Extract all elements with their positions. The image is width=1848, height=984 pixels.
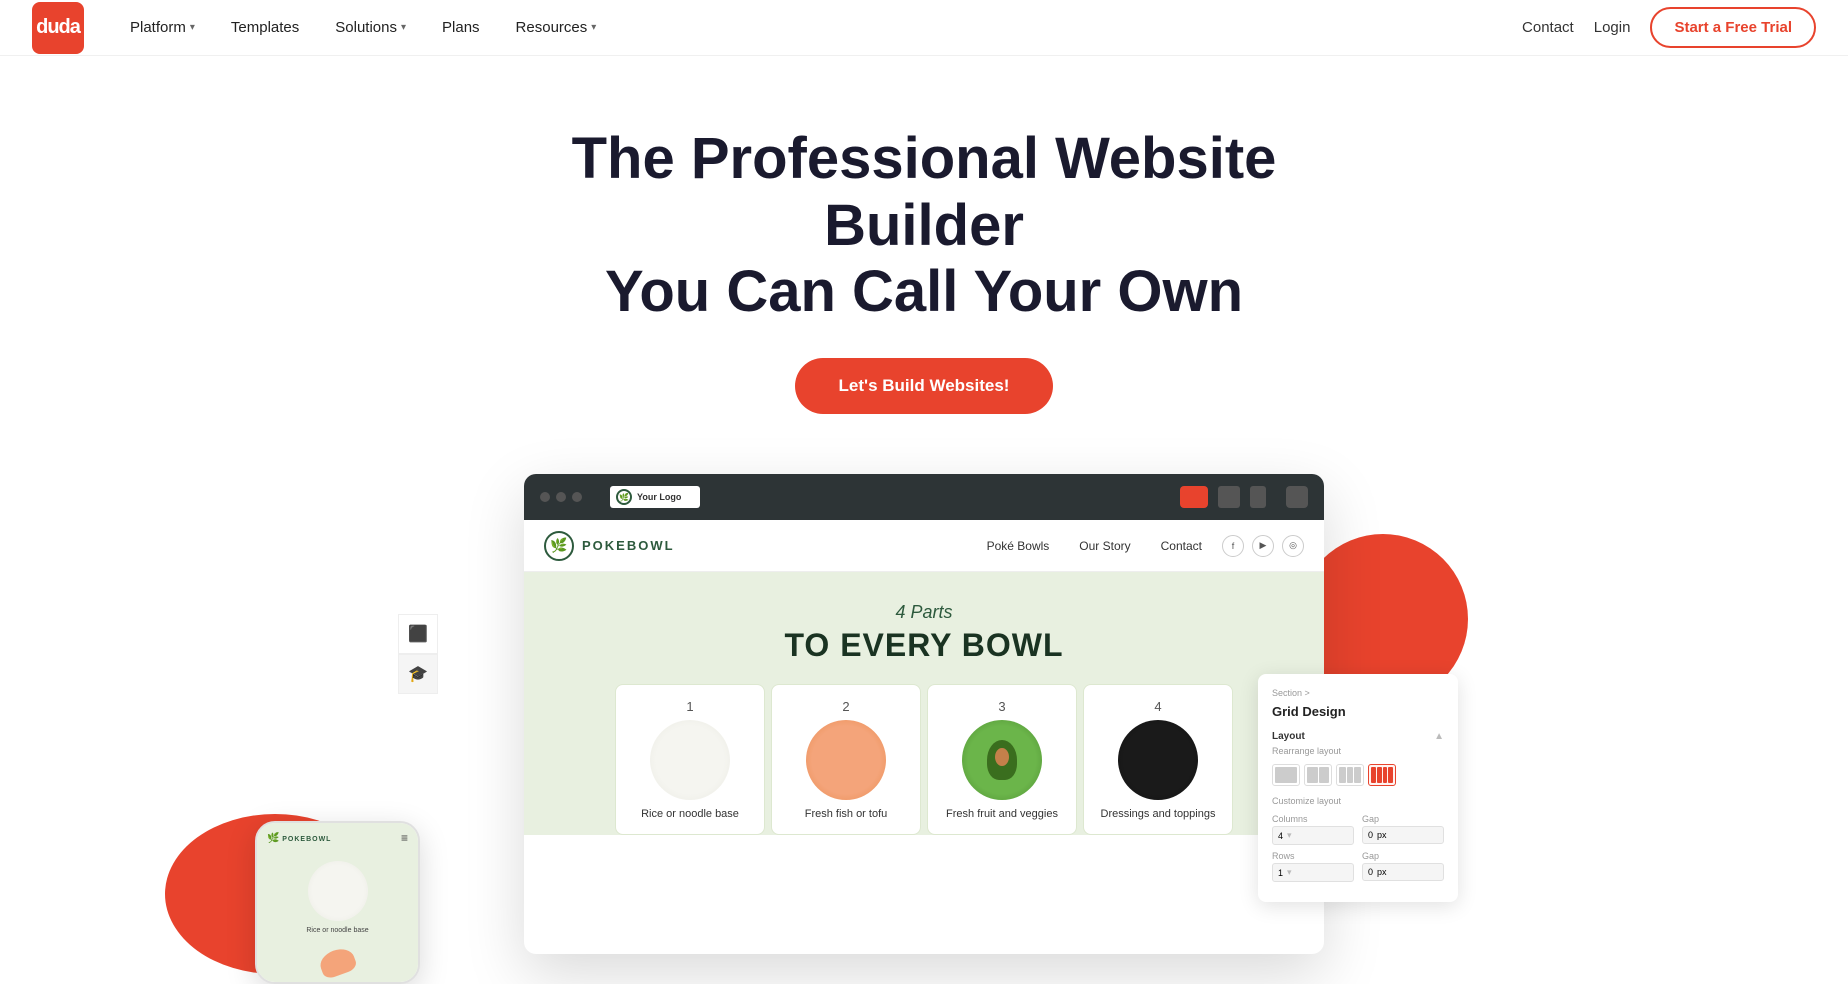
duda-logo[interactable]: duda [32,2,84,54]
fish-image [806,720,886,800]
mobile-leaf-icon: 🌿 POKEBOWL [267,833,331,844]
browser-chrome-bar: 🌿 Your Logo [524,474,1324,520]
row-gap-field: Gap 0 px [1362,851,1444,882]
mobile-preview: 🌿 POKEBOWL ≡ Rice or noodle base [255,821,420,984]
mobile-content: Rice or noodle base [257,853,418,942]
mobile-fish-image [317,944,358,979]
bowl-item-sauce: 4 Dressings and toppings [1083,684,1233,835]
builder-sidebar: ⬛ 🎓 [398,614,438,694]
avo-image [962,720,1042,800]
solutions-chevron-icon: ▾ [401,22,406,33]
hero-section: The Professional Website Builder You Can… [0,56,1848,454]
start-trial-button[interactable]: Start a Free Trial [1650,7,1816,48]
your-logo-box: 🌿 Your Logo [610,486,700,508]
nav-platform[interactable]: Platform ▾ [116,11,209,44]
logo-circle: 🌿 [616,489,632,505]
builder-widget-icon[interactable]: 🎓 [398,654,438,694]
nav-right: Contact Login Start a Free Trial [1522,7,1816,48]
browser-dots [540,492,582,502]
layout-label: Layout ▲ [1272,731,1444,742]
instagram-icon[interactable]: ◎ [1282,535,1304,557]
rows-input[interactable]: 1 ▾ [1272,863,1354,882]
rice-image [650,720,730,800]
layout-4col[interactable] [1368,764,1396,786]
browser-dot-yellow [556,492,566,502]
bowl-item-rice: 1 Rice or noodle base [615,684,765,835]
layout-2col[interactable] [1304,764,1332,786]
row-gap-input[interactable]: 0 px [1362,863,1444,881]
rearrange-label: Rearrange layout [1272,746,1444,756]
layout-options [1272,764,1444,786]
mobile-fish-strip [257,942,418,982]
nav-ourstory[interactable]: Our Story [1079,539,1130,553]
bowl-tagline: 4 Parts [544,602,1304,623]
layout-1col[interactable] [1272,764,1300,786]
rows-row: Rows 1 ▾ Gap 0 px [1272,851,1444,882]
columns-row: Columns 4 ▾ Gap 0 px [1272,814,1444,845]
preview-area: ⬛ 🎓 🌿 Your Logo [0,454,1848,954]
browser-window: 🌿 Your Logo 🌿 POKEBOWL Poké Bowls Our St… [524,474,1324,954]
your-logo-text: Your Logo [637,492,681,502]
columns-input[interactable]: 4 ▾ [1272,826,1354,845]
bowl-headline: TO EVERY BOWL [544,627,1304,664]
login-link[interactable]: Login [1594,19,1631,36]
panel-title: Grid Design [1272,704,1444,719]
grid-design-panel: Section > Grid Design Layout ▲ Rearrange… [1258,674,1458,902]
logo-text: duda [36,16,80,39]
desktop-view-icon[interactable] [1180,486,1208,508]
mobile-header: 🌿 POKEBOWL ≡ [257,823,418,853]
pokebowl-logo: 🌿 POKEBOWL [544,531,675,561]
phone-view-icon[interactable] [1250,486,1266,508]
website-navbar: 🌿 POKEBOWL Poké Bowls Our Story Contact … [524,520,1324,572]
bowl-item-fish: 2 Fresh fish or tofu [771,684,921,835]
facebook-icon[interactable]: f [1222,535,1244,557]
pokebowl-brand-name: POKEBOWL [582,538,675,553]
pokebowl-content: 4 Parts TO EVERY BOWL 1 Rice or noodle b… [524,572,1324,835]
tablet-view-icon[interactable] [1218,486,1240,508]
nav-plans[interactable]: Plans [428,11,494,44]
columns-field: Columns 4 ▾ [1272,814,1354,845]
mobile-menu-icon[interactable]: ≡ [401,831,408,845]
col-gap-field: Gap 0 px [1362,814,1444,845]
website-nav-links: Poké Bowls Our Story Contact [987,539,1202,553]
mobile-item-label: Rice or noodle base [265,927,410,934]
col-gap-input[interactable]: 0 px [1362,826,1444,844]
nav-pokebowls[interactable]: Poké Bowls [987,539,1050,553]
customize-label: Customize layout [1272,796,1444,806]
nav-links: Platform ▾ Templates Solutions ▾ Plans R… [116,11,1522,44]
contact-link[interactable]: Contact [1522,19,1574,36]
bowl-grid: 1 Rice or noodle base 2 Fresh fish or to… [544,684,1304,835]
nav-resources[interactable]: Resources ▾ [502,11,611,44]
layout-3col[interactable] [1336,764,1364,786]
sauce-image [1118,720,1198,800]
hero-title: The Professional Website Builder You Can… [534,126,1314,326]
platform-chevron-icon: ▾ [190,22,195,33]
columns-stepper[interactable]: ▾ [1287,830,1292,841]
social-icons: f ▶ ◎ [1222,535,1304,557]
nav-contact[interactable]: Contact [1161,539,1202,553]
nav-solutions[interactable]: Solutions ▾ [321,11,420,44]
pokebowl-leaf-icon: 🌿 [544,531,574,561]
browser-dot-red [540,492,550,502]
mobile-rice-image [308,861,368,921]
hero-cta-button[interactable]: Let's Build Websites! [795,358,1054,414]
layout-toggle-icon[interactable]: ▲ [1434,731,1444,742]
bowl-item-avo: 3 Fresh fruit and veggies [927,684,1077,835]
rows-stepper[interactable]: ▾ [1287,867,1292,878]
browser-dot-green [572,492,582,502]
panel-breadcrumb: Section > [1272,688,1444,698]
navbar: duda Platform ▾ Templates Solutions ▾ Pl… [0,0,1848,56]
resources-chevron-icon: ▾ [591,22,596,33]
nav-templates[interactable]: Templates [217,11,313,44]
builder-layers-icon[interactable]: ⬛ [398,614,438,654]
youtube-icon[interactable]: ▶ [1252,535,1274,557]
home-icon[interactable] [1286,486,1308,508]
rows-field: Rows 1 ▾ [1272,851,1354,882]
browser-view-icons [1180,486,1308,508]
